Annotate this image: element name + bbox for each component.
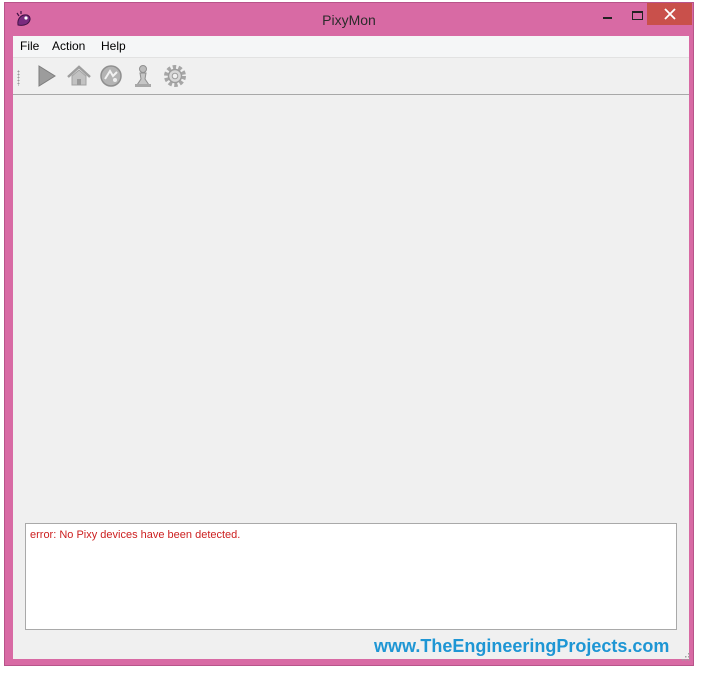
configure-button[interactable] xyxy=(162,63,188,89)
console-output[interactable]: error: No Pixy devices have been detecte… xyxy=(25,523,677,630)
pixymon-window: PixyMon File Action Help error: No Pixy … xyxy=(4,2,694,666)
close-button[interactable] xyxy=(647,3,692,25)
console-error-line: error: No Pixy devices have been detecte… xyxy=(30,529,241,541)
watermark-text: www.TheEngineeringProjects.com xyxy=(374,636,670,656)
minimize-button[interactable] xyxy=(593,3,623,25)
menu-file[interactable]: File xyxy=(20,39,39,53)
close-icon xyxy=(664,8,676,20)
title-bar[interactable]: PixyMon xyxy=(5,3,693,36)
video-view-area[interactable] xyxy=(13,95,689,520)
run-button[interactable] xyxy=(33,63,59,89)
menu-help[interactable]: Help xyxy=(101,39,126,53)
window-title: PixyMon xyxy=(322,12,376,28)
home-button[interactable] xyxy=(66,63,92,89)
home-icon xyxy=(67,65,91,86)
menu-bar: File Action Help xyxy=(13,36,689,58)
resize-grip[interactable] xyxy=(681,648,690,661)
play-icon xyxy=(38,65,56,87)
client-area: File Action Help error: No Pixy devices … xyxy=(13,36,690,661)
raw-video-button[interactable] xyxy=(98,63,124,89)
program-button[interactable] xyxy=(130,63,156,89)
raw-video-icon xyxy=(100,65,122,87)
toolbar-grip[interactable] xyxy=(17,70,20,86)
chess-pawn-icon xyxy=(135,65,151,87)
gear-icon xyxy=(164,65,186,87)
toolbar xyxy=(13,58,689,95)
menu-action[interactable]: Action xyxy=(52,39,85,53)
